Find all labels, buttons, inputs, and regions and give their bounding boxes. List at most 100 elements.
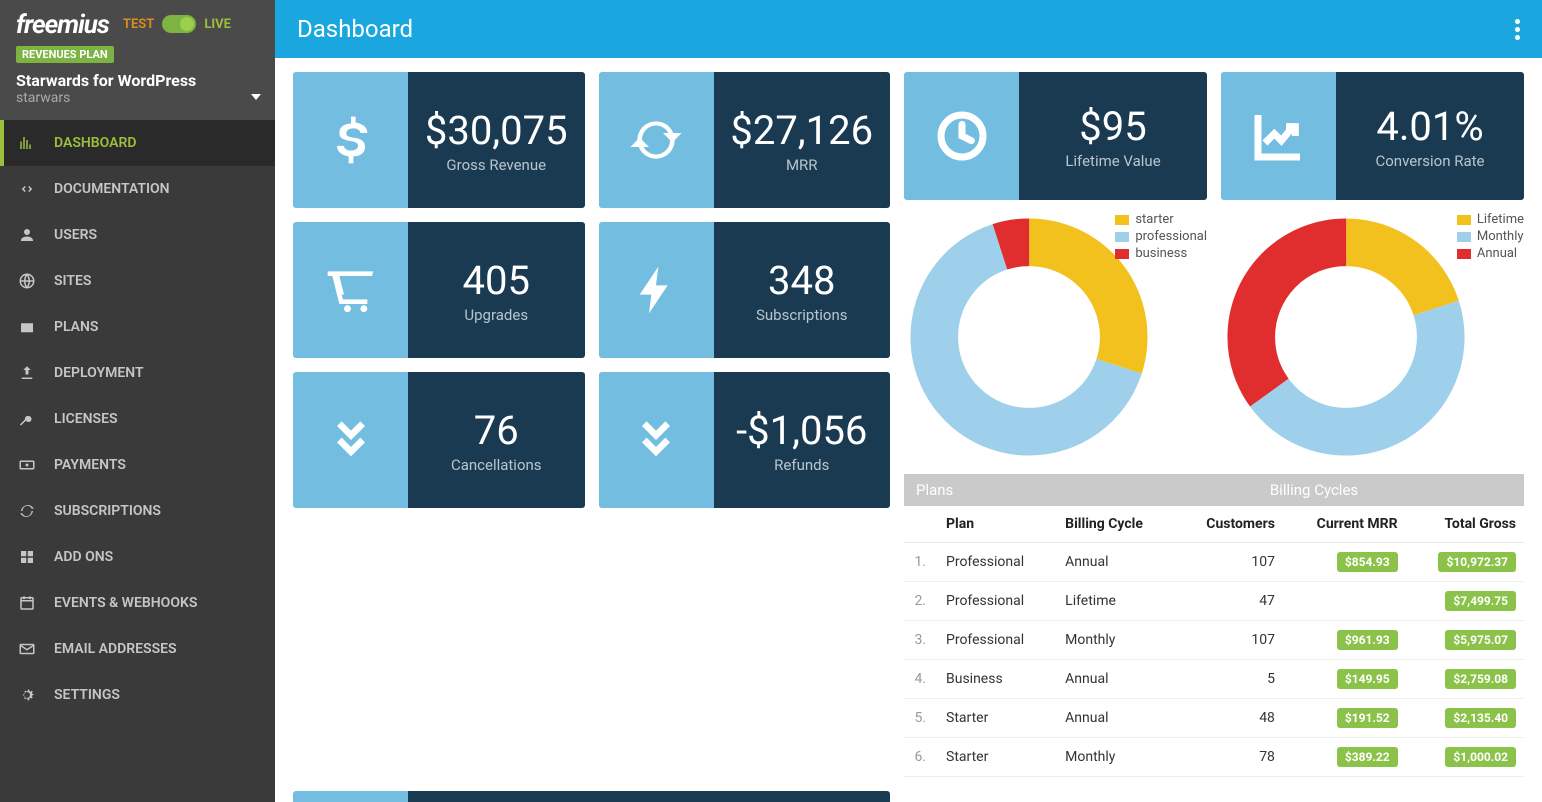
- cell-plan: Professional: [938, 543, 1057, 582]
- legend-swatch: [1115, 232, 1129, 242]
- stat-mrr[interactable]: $27,126MRR: [599, 72, 891, 208]
- cell-customers: 107: [1176, 621, 1283, 660]
- cell-cycle: Monthly: [1057, 738, 1176, 777]
- legend-item: Lifetime: [1457, 212, 1524, 227]
- stat-gross-revenue[interactable]: $30,075Gross Revenue: [293, 72, 585, 208]
- nav-plans[interactable]: PLANS: [0, 304, 275, 350]
- page-title: Dashboard: [297, 15, 413, 43]
- legend-swatch: [1115, 215, 1129, 225]
- stat-value: 348: [768, 257, 835, 304]
- nav-deployment[interactable]: DEPLOYMENT: [0, 350, 275, 396]
- cell-mrr: $149.95: [1283, 660, 1406, 699]
- right-panel: $95Lifetime Value 4.01%Conversion Rate s…: [904, 72, 1524, 777]
- tab-plans[interactable]: Plans: [904, 474, 1104, 506]
- refresh-icon: [18, 502, 36, 520]
- cell-customers: 48: [1176, 699, 1283, 738]
- table-row[interactable]: 5.StarterAnnual48$191.52$2,135.40: [904, 699, 1524, 738]
- env-toggle[interactable]: [162, 15, 196, 33]
- nav-payments[interactable]: PAYMENTS: [0, 442, 275, 488]
- stat-refunds[interactable]: -$1,056Refunds: [599, 372, 891, 508]
- th-mrr: Current MRR: [1283, 506, 1406, 543]
- stat-lifetime-value[interactable]: $95Lifetime Value: [904, 72, 1207, 200]
- nav-emails[interactable]: EMAIL ADDRESSES: [0, 626, 275, 672]
- cell-idx: 6.: [904, 738, 938, 777]
- sidebar-header: freemius TEST LIVE REVENUES PLAN Starwar…: [0, 0, 275, 120]
- nav-users[interactable]: USERS: [0, 212, 275, 258]
- table-row[interactable]: 3.ProfessionalMonthly107$961.93$5,975.07: [904, 621, 1524, 660]
- cell-cycle: Annual: [1057, 660, 1176, 699]
- money-icon: [18, 456, 36, 474]
- billing-donut-chart: Lifetime Monthly Annual: [1221, 212, 1524, 466]
- cell-plan: Professional: [938, 582, 1057, 621]
- stat-value: 405: [463, 257, 530, 304]
- plugin-dropdown-icon[interactable]: [251, 94, 261, 100]
- cell-gross: $5,975.07: [1406, 621, 1524, 660]
- cell-gross: $2,135.40: [1406, 699, 1524, 738]
- nav-label: DEPLOYMENT: [54, 365, 144, 381]
- nav-dashboard[interactable]: DASHBOARD: [0, 120, 275, 166]
- bar-chart-icon: [18, 134, 36, 152]
- dollar-icon: [323, 112, 379, 168]
- stat-label: Gross Revenue: [446, 156, 546, 174]
- mini-stats-row: $95Lifetime Value 4.01%Conversion Rate: [904, 72, 1524, 200]
- globe-icon: [18, 272, 36, 290]
- stat-value: $27,126: [730, 107, 873, 154]
- env-toggle-group: TEST LIVE: [123, 15, 231, 33]
- overflow-menu-icon[interactable]: [1515, 19, 1520, 40]
- legend-label: Monthly: [1477, 229, 1524, 244]
- code-icon: [18, 180, 36, 198]
- sidebar: freemius TEST LIVE REVENUES PLAN Starwar…: [0, 0, 275, 802]
- line-chart-icon: [1251, 108, 1307, 164]
- nav-events[interactable]: EVENTS & WEBHOOKS: [0, 580, 275, 626]
- cell-gross: $10,972.37: [1406, 543, 1524, 582]
- donut-icon: [1221, 212, 1471, 462]
- stat-cancellations[interactable]: 76Cancellations: [293, 372, 585, 508]
- nav-documentation[interactable]: DOCUMENTATION: [0, 166, 275, 212]
- nav-sites[interactable]: SITES: [0, 258, 275, 304]
- nav-label: SETTINGS: [54, 687, 120, 703]
- tab-billing-cycles[interactable]: Billing Cycles: [1104, 474, 1524, 506]
- cell-plan: Business: [938, 660, 1057, 699]
- nav-label: USERS: [54, 227, 97, 243]
- legend-label: professional: [1135, 229, 1207, 244]
- stat-subscriptions[interactable]: 348 Subscriptions: [599, 222, 891, 358]
- nav-label: PAYMENTS: [54, 457, 126, 473]
- grid-icon: [18, 548, 36, 566]
- dashboard-content: $30,075Gross Revenue 405 Upgrades 76Cance…: [275, 58, 1542, 802]
- stat-label: Refunds: [774, 456, 829, 474]
- stat-label: Upgrades: [464, 306, 528, 324]
- nav-addons[interactable]: ADD ONS: [0, 534, 275, 580]
- legend-swatch: [1457, 215, 1471, 225]
- table-row[interactable]: 4.BusinessAnnual5$149.95$2,759.08: [904, 660, 1524, 699]
- legend-item: Annual: [1457, 246, 1524, 261]
- nav-licenses[interactable]: LICENSES: [0, 396, 275, 442]
- upload-icon: [18, 364, 36, 382]
- table-row[interactable]: 1.ProfessionalAnnual107$854.93$10,972.37: [904, 543, 1524, 582]
- topbar: Dashboard: [275, 0, 1542, 58]
- nav: DASHBOARD DOCUMENTATION USERS SITES PLAN…: [0, 120, 275, 718]
- stat-label: Subscriptions: [756, 306, 847, 324]
- cell-gross: $7,499.75: [1406, 582, 1524, 621]
- nav-label: PLANS: [54, 319, 98, 335]
- brand-logo: freemius: [16, 10, 109, 40]
- nav-settings[interactable]: SETTINGS: [0, 672, 275, 718]
- nav-label: DASHBOARD: [54, 135, 137, 151]
- legend-label: starter: [1135, 212, 1173, 227]
- stat-upgrades[interactable]: 405 Upgrades: [293, 222, 585, 358]
- stat-column-mid: $27,126MRR 348 Subscriptions -$1,056Refun…: [599, 72, 891, 777]
- stat-value: $95: [1079, 103, 1146, 150]
- cell-customers: 107: [1176, 543, 1283, 582]
- stat-conversion-rate[interactable]: 4.01%Conversion Rate: [1221, 72, 1524, 200]
- env-test-label: TEST: [123, 17, 154, 32]
- mail-icon: [18, 640, 36, 658]
- stat-value: 76: [474, 407, 519, 454]
- clock-icon: [934, 108, 990, 164]
- legend-item: professional: [1115, 229, 1207, 244]
- table-tabbar: Plans Billing Cycles: [904, 474, 1524, 506]
- cell-idx: 2.: [904, 582, 938, 621]
- table-row[interactable]: 6.StarterMonthly78$389.22$1,000.02: [904, 738, 1524, 777]
- table-row[interactable]: 2.ProfessionalLifetime47$7,499.75: [904, 582, 1524, 621]
- stat-trials[interactable]: 321Trials: [293, 791, 890, 802]
- nav-subscriptions[interactable]: SUBSCRIPTIONS: [0, 488, 275, 534]
- legend-swatch: [1115, 249, 1129, 259]
